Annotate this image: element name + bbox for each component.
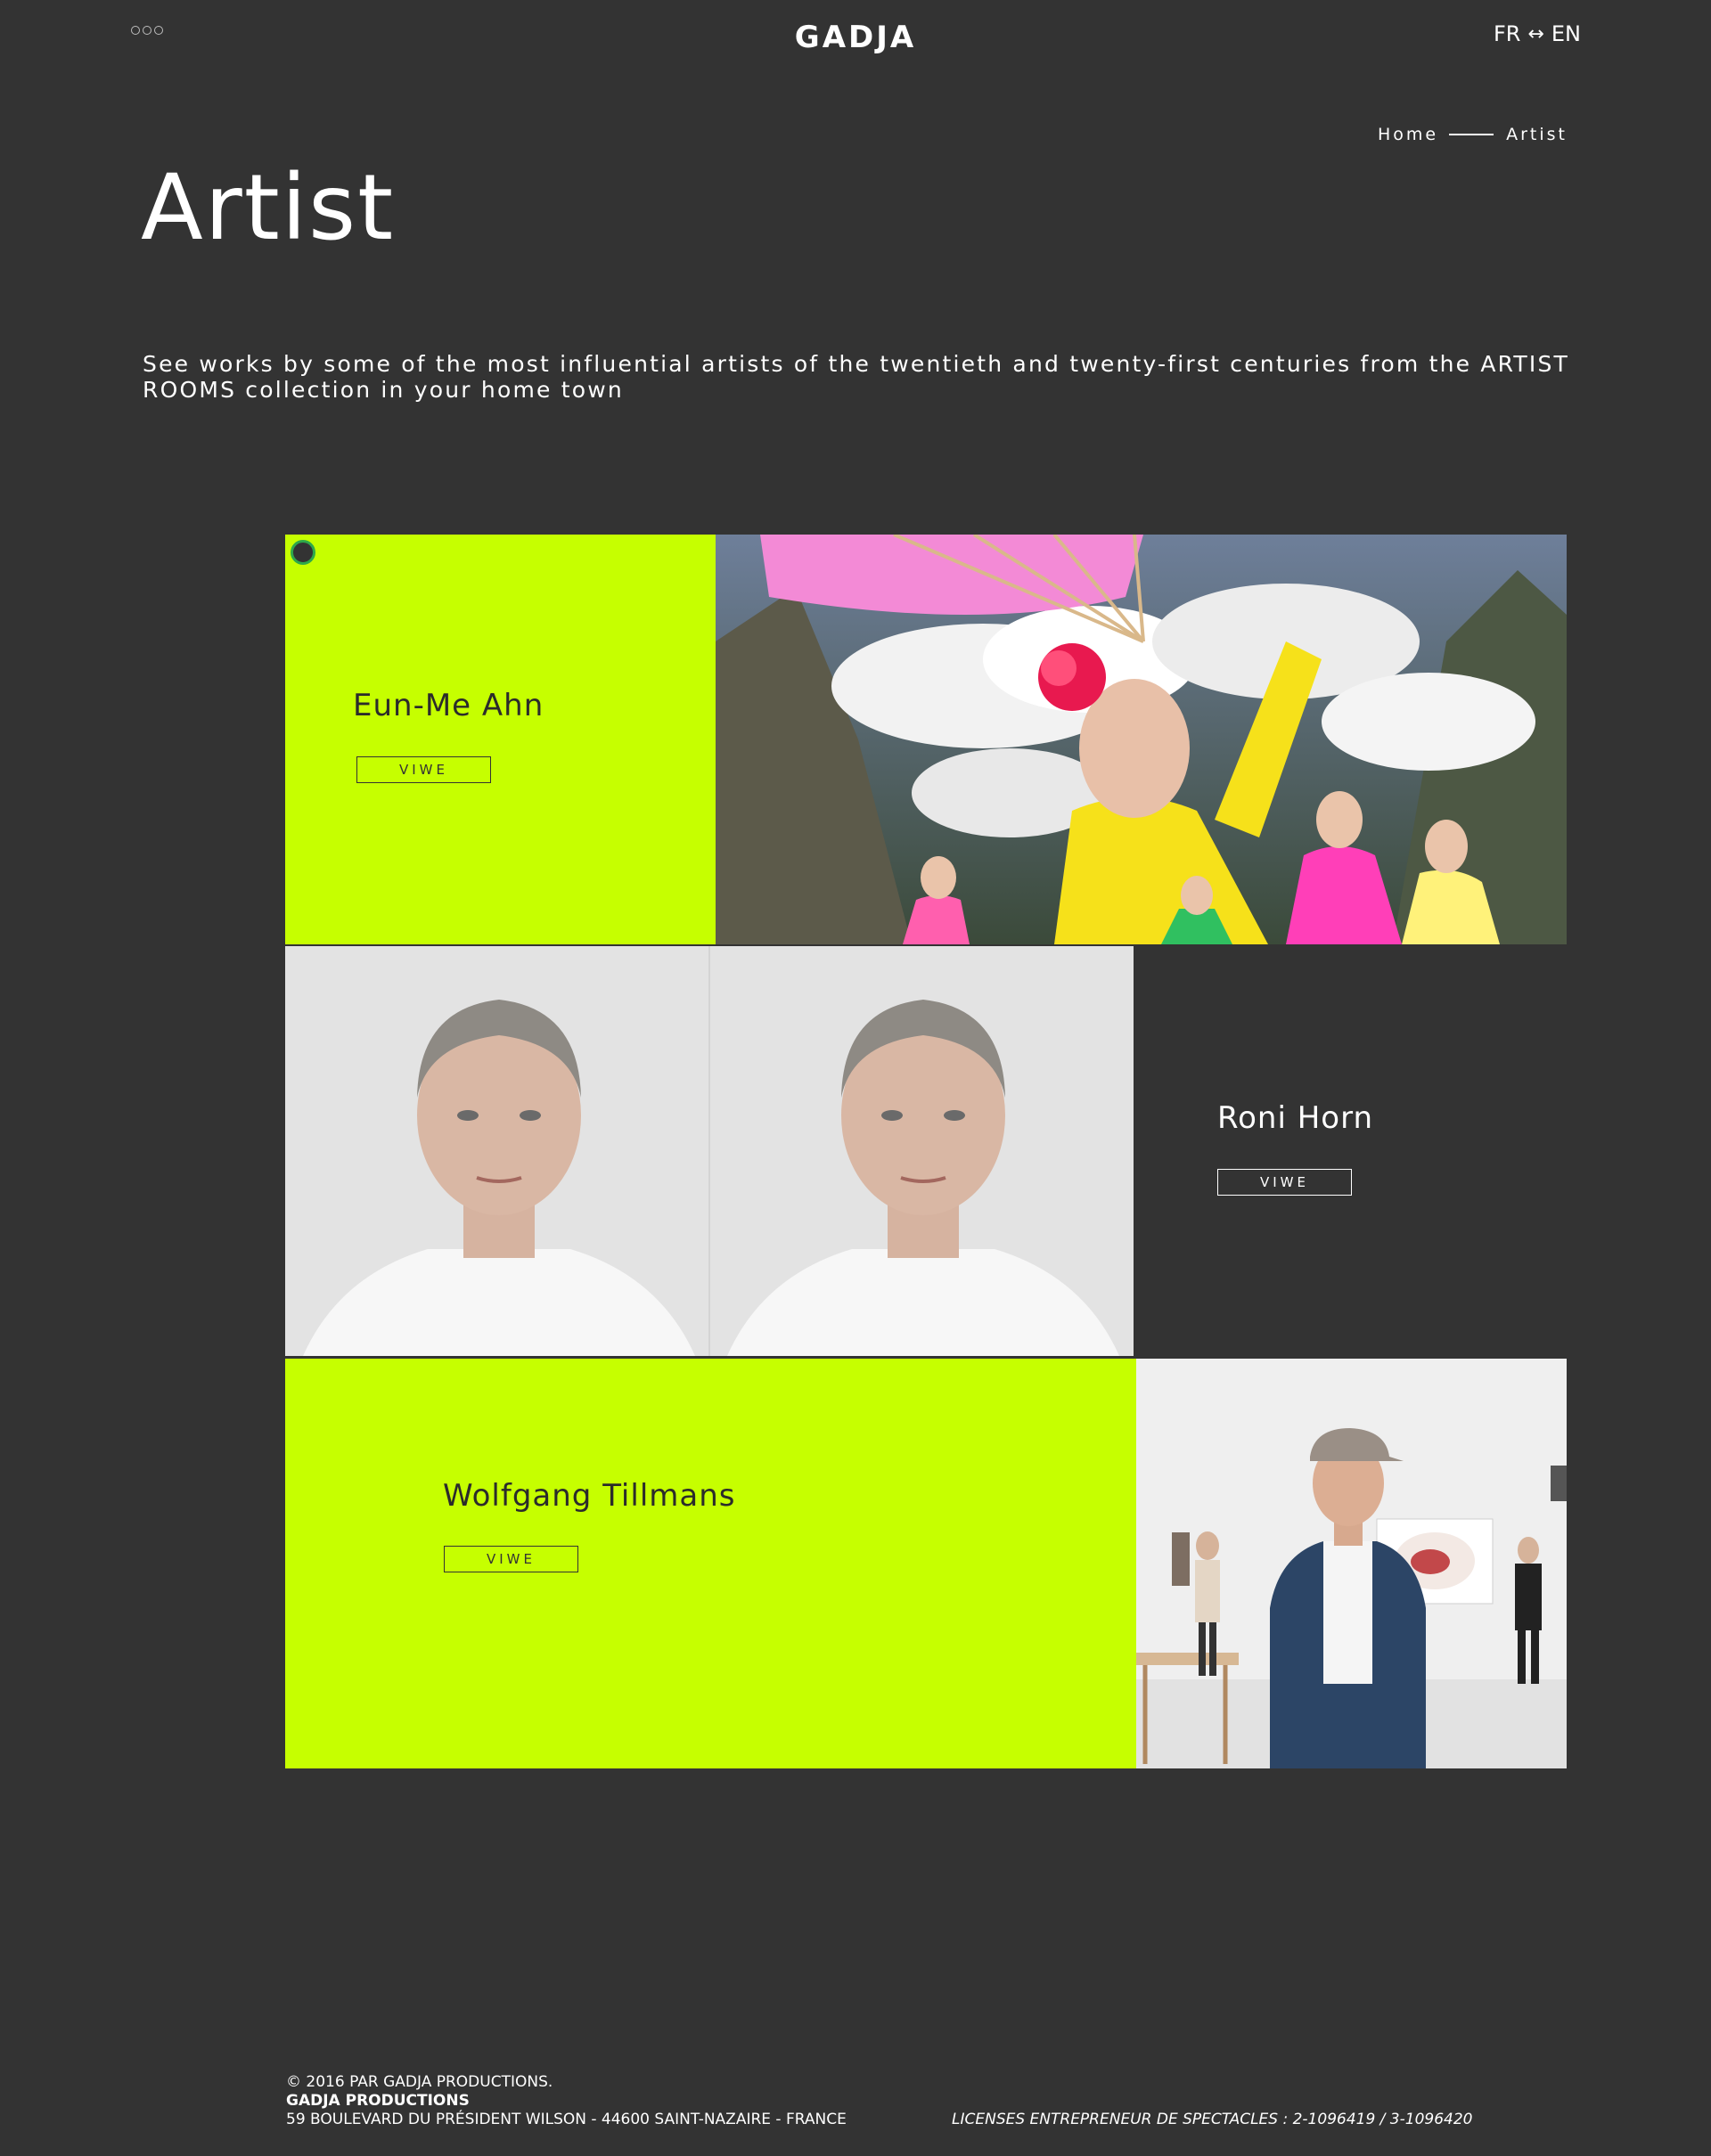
site-logo[interactable]: GADJA: [0, 20, 1711, 55]
intro-text: See works by some of the most influentia…: [143, 351, 1569, 403]
view-button[interactable]: VIWE: [444, 1546, 578, 1572]
page-title: Artist: [141, 155, 396, 261]
artist-photo-eun-me-ahn[interactable]: [716, 535, 1567, 944]
lang-en[interactable]: EN: [1551, 21, 1581, 46]
artist-info-panel: Roni Horn VIWE: [1134, 946, 1567, 1356]
artist-card-wolfgang-tillmans: Wolfgang Tillmans VIWE: [285, 1359, 1567, 1768]
breadcrumb-home[interactable]: Home: [1378, 125, 1438, 144]
artist-card-roni-horn: Roni Horn VIWE: [285, 946, 1567, 1356]
view-button[interactable]: VIWE: [356, 756, 491, 783]
artist-photo-graphic: [1136, 1359, 1567, 1768]
swap-arrow-icon: ↔: [1527, 22, 1544, 45]
breadcrumb-separator: [1449, 134, 1494, 135]
breadcrumb-current: Artist: [1506, 125, 1568, 144]
artist-info-panel: Wolfgang Tillmans VIWE: [285, 1359, 1136, 1768]
footer-address: 59 BOULEVARD DU PRÉSIDENT WILSON - 44600…: [286, 2111, 847, 2128]
artist-name: Roni Horn: [1217, 1100, 1373, 1136]
artist-photo-wolfgang-tillmans[interactable]: [1136, 1359, 1567, 1768]
artist-photo-roni-horn[interactable]: [285, 946, 1134, 1356]
artist-name: Wolfgang Tillmans: [443, 1478, 736, 1514]
view-button[interactable]: VIWE: [1217, 1169, 1352, 1196]
artist-photo-graphic: [716, 535, 1567, 944]
footer: © 2016 PAR GADJA PRODUCTIONS. GADJA PROD…: [286, 2073, 847, 2129]
artist-card-eun-me-ahn: Eun-Me Ahn VIWE: [285, 535, 1567, 944]
cursor-indicator: [291, 540, 315, 565]
artist-name: Eun-Me Ahn: [353, 688, 544, 723]
artist-photo-graphic: [285, 946, 1134, 1356]
footer-licenses: LICENSES ENTREPRENEUR DE SPECTACLES : 2-…: [952, 2111, 1473, 2128]
language-switch[interactable]: FR ↔ EN: [1494, 21, 1581, 46]
lang-fr[interactable]: FR: [1494, 21, 1520, 46]
artist-info-panel: Eun-Me Ahn VIWE: [285, 535, 716, 944]
breadcrumb: Home Artist: [1378, 125, 1568, 144]
footer-company: GADJA PRODUCTIONS: [286, 2092, 470, 2110]
footer-copyright: © 2016 PAR GADJA PRODUCTIONS.: [286, 2073, 553, 2091]
